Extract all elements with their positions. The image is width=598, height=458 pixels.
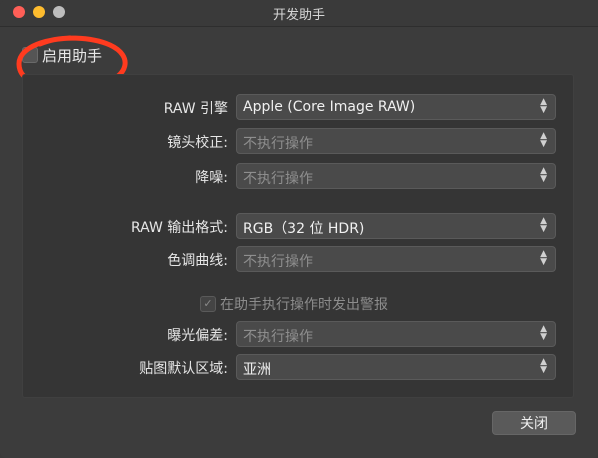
- tone-curve-select[interactable]: 不执行操作 ▲ ▼: [236, 246, 556, 272]
- enable-assistant-label: 启用助手: [42, 47, 103, 65]
- raw-engine-value: Apple (Core Image RAW): [243, 99, 416, 115]
- noise-reduction-select[interactable]: 不执行操作 ▲ ▼: [236, 163, 556, 189]
- select-arrows-icon: ▲ ▼: [540, 131, 547, 149]
- lens-correction-select[interactable]: 不执行操作 ▲ ▼: [236, 128, 556, 154]
- map-default-region-select[interactable]: 亚洲 ▲ ▼: [236, 354, 556, 380]
- select-arrows-icon: ▲ ▼: [540, 216, 547, 234]
- window-title: 开发助手: [272, 8, 325, 23]
- map-default-region-label: 贴图默认区域:: [139, 361, 228, 377]
- noise-reduction-value: 不执行操作: [243, 171, 313, 187]
- tone-curve-label: 色调曲线:: [167, 253, 228, 269]
- select-arrows-icon: ▲ ▼: [540, 324, 547, 342]
- map-default-region-value: 亚洲: [243, 362, 271, 378]
- tone-curve-value: 不执行操作: [243, 254, 313, 270]
- exposure-bias-select[interactable]: 不执行操作 ▲ ▼: [236, 321, 556, 347]
- select-arrows-icon: ▲ ▼: [540, 357, 547, 375]
- raw-engine-label: RAW 引擎: [163, 101, 228, 117]
- lens-correction-value: 不执行操作: [243, 136, 313, 152]
- raw-output-format-select[interactable]: RGB（32 位 HDR) ▲ ▼: [236, 213, 556, 239]
- exposure-bias-value: 不执行操作: [243, 329, 313, 345]
- warn-alert-label: 在助手执行操作时发出警报: [220, 297, 388, 313]
- lens-correction-label: 镜头校正:: [167, 135, 228, 151]
- titlebar: 开发助手: [0, 0, 598, 27]
- noise-reduction-label: 降噪:: [195, 170, 228, 186]
- exposure-bias-label: 曝光偏差:: [167, 328, 228, 344]
- close-button[interactable]: 关闭: [492, 411, 576, 435]
- select-arrows-icon: ▲ ▼: [540, 97, 547, 115]
- raw-output-format-value: RGB（32 位 HDR): [243, 221, 365, 237]
- select-arrows-icon: ▲ ▼: [540, 166, 547, 184]
- raw-engine-select[interactable]: Apple (Core Image RAW) ▲ ▼: [236, 94, 556, 120]
- select-arrows-icon: ▲ ▼: [540, 249, 547, 267]
- dialog-window: 开发助手 启用助手 RAW 引擎 Apple (Core Image RAW) …: [0, 0, 598, 458]
- warn-alert-checkbox[interactable]: ✓: [200, 296, 216, 312]
- raw-output-format-label: RAW 输出格式:: [131, 220, 228, 236]
- enable-assistant-checkbox[interactable]: [22, 47, 38, 63]
